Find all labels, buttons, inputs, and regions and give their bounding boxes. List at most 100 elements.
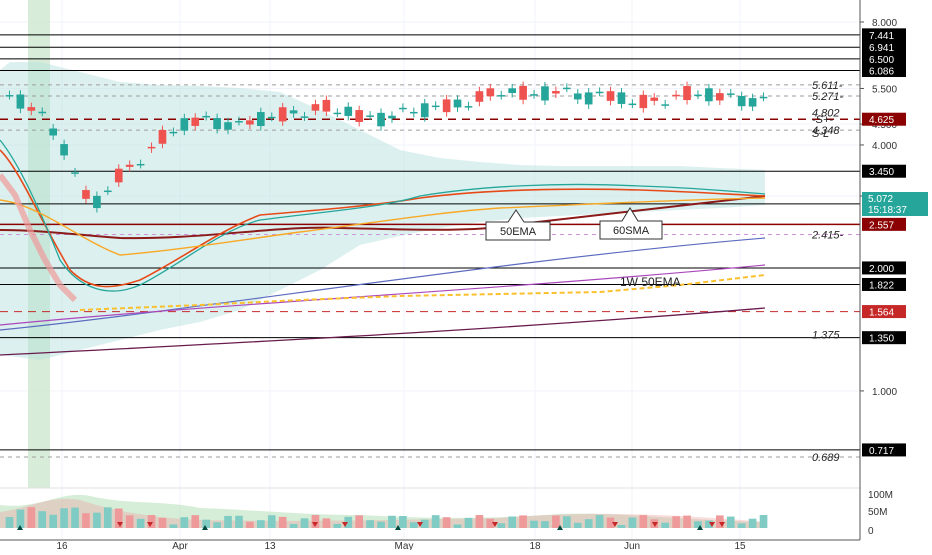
candle-body-4 (49, 128, 58, 136)
volume-bar-8 (93, 512, 101, 528)
chart-label-5: S-L (812, 128, 829, 140)
current-price-value: 5.072 (868, 194, 893, 205)
level-badge-label-12: 4.625 (869, 115, 894, 126)
x-tick-label-3: May (395, 541, 414, 550)
candle-body-28 (311, 104, 320, 111)
chart-label-7: 1.375 (812, 329, 840, 341)
candle-body-44 (486, 88, 495, 97)
volume-bar-46 (508, 516, 517, 528)
volume-bar-26 (289, 523, 298, 528)
candle-body-60 (661, 104, 670, 106)
volume-bar-37 (409, 522, 418, 528)
candle-body-69 (759, 96, 768, 99)
candle-body-30 (333, 112, 342, 115)
volume-bar-30 (333, 523, 342, 528)
candle-body-15 (169, 131, 178, 134)
candle-body-67 (737, 95, 746, 107)
candle-body-49 (541, 86, 549, 101)
chart-svg[interactable]: 50EMA 60SMA 1W 50EMA 5.611-5.271-4.802-S… (0, 0, 932, 552)
candle-body-65 (715, 93, 724, 101)
volume-bar-19 (213, 522, 221, 528)
volume-bar-23 (256, 520, 265, 528)
volume-bar-12 (136, 518, 145, 528)
y-tick-label-5: 1.000 (872, 387, 897, 398)
volume-bar-21 (235, 515, 243, 528)
volume-bar-61 (672, 516, 680, 528)
volume-bar-53 (584, 519, 593, 528)
candle-body-56 (617, 92, 626, 104)
candle-body-42 (464, 106, 473, 108)
volume-bar-67 (737, 523, 746, 528)
volume-bar-27 (300, 518, 309, 528)
candle-body-32 (355, 110, 364, 122)
volume-bar-62 (683, 515, 691, 528)
level-badge-label-10: 1.350 (869, 334, 894, 345)
candle-body-53 (584, 92, 593, 105)
candle-body-39 (431, 105, 440, 108)
current-price-countdown: 15:18:37 (868, 205, 907, 216)
candle-body-31 (344, 106, 353, 116)
candle-body-0 (5, 95, 14, 97)
candle-body-38 (420, 103, 429, 118)
candle-body-61 (672, 94, 680, 97)
candle-body-50 (552, 91, 560, 94)
candle-body-1 (16, 94, 25, 109)
volume-tick-label-1: 50M (868, 507, 887, 518)
volume-bar-24 (267, 515, 276, 528)
volume-bar-39 (431, 515, 440, 528)
candle-body-14 (158, 129, 167, 144)
candle-body-55 (606, 91, 615, 101)
candle-body-59 (650, 97, 659, 101)
candle-body-45 (497, 95, 506, 97)
volume-tick-label-0: 100M (868, 490, 893, 501)
volume-bar-34 (377, 521, 385, 528)
candle-body-25 (278, 107, 287, 122)
annotation-50ema-label: 50EMA (500, 226, 537, 238)
volume-bar-51 (562, 516, 571, 528)
volume-bar-2 (27, 507, 36, 528)
candle-body-62 (683, 86, 691, 101)
x-tick-label-6: 15 (734, 541, 746, 550)
candle-body-6 (71, 172, 79, 174)
candle-body-22 (246, 120, 254, 125)
volume-bar-3 (38, 511, 47, 528)
candle-body-34 (377, 112, 385, 127)
level-badge-label-4: 3.450 (869, 167, 894, 178)
volume-tick-label-2: 0 (868, 526, 874, 537)
volume-bar-22 (246, 521, 254, 528)
volume-bar-29 (322, 518, 331, 528)
volume-bar-66 (726, 516, 735, 528)
candle-body-12 (136, 163, 145, 166)
candle-body-57 (628, 103, 637, 106)
candle-body-21 (235, 121, 243, 123)
price-chart[interactable]: 50EMA 60SMA 1W 50EMA 5.611- 5.271- 4.802 -S… (0, 0, 932, 552)
volume-bar-41 (453, 524, 462, 528)
volume-bar-43 (475, 515, 484, 528)
volume-bar-7 (82, 513, 90, 528)
candle-body-24 (267, 116, 276, 119)
chart-label-8: 0.689 (812, 452, 840, 464)
candle-body-29 (322, 99, 331, 112)
candle-body-64 (705, 88, 713, 102)
volume-bar-36 (399, 516, 407, 528)
candle-body-43 (475, 91, 484, 102)
volume-bar-4 (49, 514, 58, 528)
level-badge-label-3: 6.086 (869, 67, 894, 78)
annotation-1w-50ema: 1W 50EMA (620, 275, 681, 289)
candle-body-68 (748, 98, 757, 107)
candle-body-5 (60, 144, 68, 156)
volume-bar-47 (519, 515, 527, 528)
volume-bar-13 (147, 515, 156, 528)
volume-bar-54 (595, 515, 604, 528)
candle-body-8 (93, 195, 101, 209)
candle-body-27 (300, 116, 309, 118)
candle-body-35 (388, 115, 396, 119)
volume-bar-9 (103, 507, 112, 528)
level-badge-label-6: 2.557 (869, 220, 894, 231)
volume-bar-38 (420, 519, 429, 528)
level-badge-label-11: 0.717 (869, 446, 894, 457)
candle-body-54 (595, 91, 604, 94)
candle-body-58 (639, 94, 648, 109)
level-badge-label-9: 1.564 (869, 308, 894, 319)
volume-bar-17 (191, 515, 200, 528)
